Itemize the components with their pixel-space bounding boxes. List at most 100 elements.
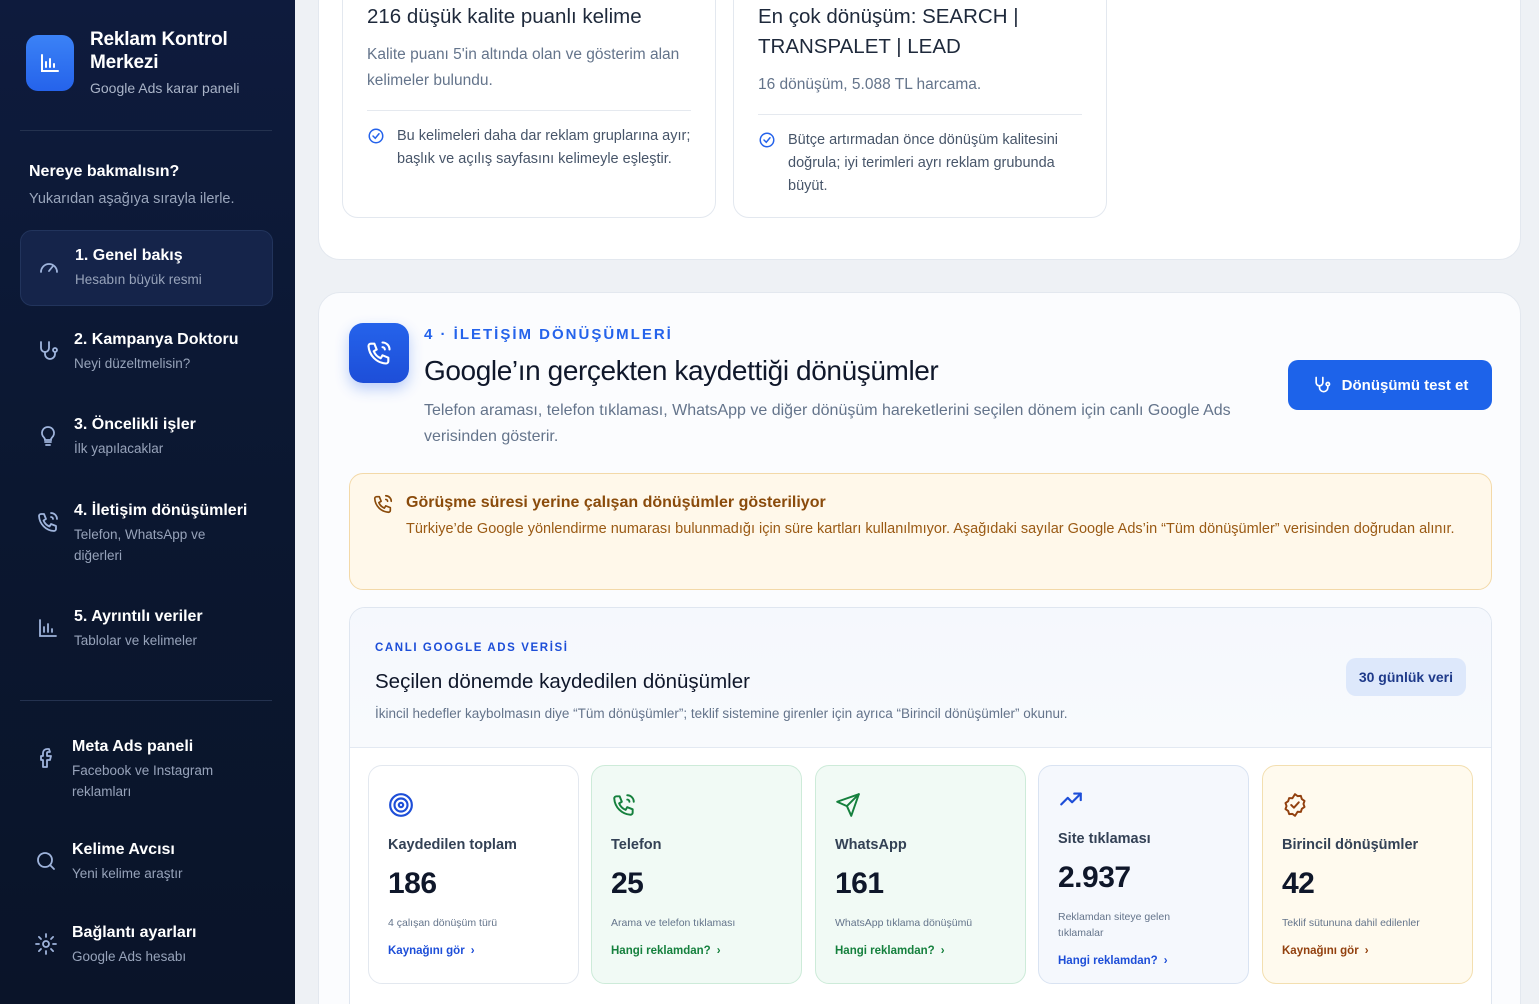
live-data-header: CANLI GOOGLE ADS VERİSİ Seçilen dönemde … [350, 608, 1491, 748]
brand[interactable]: Reklam Kontrol Merkezi Google Ads karar … [26, 28, 250, 96]
sidebar-item-priorities[interactable]: 3. Öncelikli işler İlk yapılacaklar [20, 400, 273, 473]
insight-card-top-conversion: En çok dönüşüm: SEARCH | TRANSPALET | LE… [733, 0, 1107, 218]
gauge-icon [40, 263, 58, 273]
stat-link-label: Hangi reklamdan? [1058, 955, 1158, 967]
brand-title: Reklam Kontrol Merkezi [90, 29, 228, 73]
sidebar-item-title: Bağlantı ayarları [72, 924, 197, 941]
sidebar-divider [20, 700, 272, 701]
sidebar-item-subtitle: İlk yapılacaklar [74, 441, 164, 456]
stat-link[interactable]: Kaynağını gör › [1282, 945, 1453, 957]
stat-link-label: Hangi reklamdan? [835, 945, 935, 957]
insight-note: Bütçe artırmadan önce dönüşüm kalitesini… [758, 129, 1082, 198]
chevron-right-icon: › [716, 945, 721, 957]
sidebar-item-title: Meta Ads paneli [72, 738, 194, 755]
stat-value: 186 [388, 867, 437, 900]
section-eyebrow: 4 · İLETİŞİM DÖNÜŞÜMLERİ [424, 326, 673, 343]
stat-value: 25 [611, 867, 644, 900]
stat-label: WhatsApp [835, 837, 907, 853]
brand-subtitle: Google Ads karar paneli [90, 80, 240, 96]
stat-caption: Arama ve telefon tıklaması [611, 917, 736, 929]
live-title: Seçilen dönemde kaydedilen dönüşümler [375, 670, 750, 693]
section-description: Telefon araması, telefon tıklaması, What… [424, 402, 1231, 445]
stat-link-label: Kaynağını gör [1282, 945, 1359, 957]
live-description: İkincil hedefler kaybolmasın diye “Tüm d… [375, 706, 1068, 721]
sidebar-item-subtitle: Facebook ve Instagram reklamları [72, 763, 214, 799]
check-circle-icon [759, 132, 775, 148]
sidebar-item-contact-conversions[interactable]: 4. İletişim dönüşümleri Telefon, WhatsApp… [20, 486, 273, 580]
sidebar-item-subtitle: Tablolar ve kelimeler [74, 633, 198, 648]
sidebar-item-title: 2. Kampanya Doktoru [74, 331, 239, 348]
facebook-icon [40, 748, 52, 768]
stat-link[interactable]: Hangi reklamdan? › [1058, 955, 1229, 967]
bar-chart-icon [39, 619, 57, 637]
insight-note-text: Bu kelimeleri daha dar reklam gruplarına… [397, 128, 691, 167]
target-icon [389, 793, 413, 817]
sidebar-item-overview[interactable]: 1. Genel bakış Hesabın büyük resmi [20, 230, 273, 306]
lightbulb-icon [41, 426, 55, 446]
alert-text: Türkiye’de Google yönlendirme numarası b… [406, 521, 1455, 537]
stat-label: Kaydedilen toplam [388, 837, 517, 853]
live-eyebrow: CANLI GOOGLE ADS VERİSİ [375, 642, 569, 654]
stat-caption: 4 çalışan dönüşüm türü [388, 917, 498, 929]
stat-link[interactable]: Kaynağını gör › [388, 945, 559, 957]
stat-value: 42 [1282, 867, 1315, 900]
chevron-right-icon: › [1364, 945, 1369, 957]
sidebar-item-subtitle: Google Ads hesabı [72, 949, 187, 964]
chevron-right-icon: › [940, 945, 945, 957]
stat-label: Telefon [611, 837, 662, 853]
phone-icon [349, 323, 409, 383]
sidebar-item-connection-settings[interactable]: Bağlantı ayarları Google Ads hesabı [18, 908, 271, 981]
sidebar-item-subtitle: Neyi düzeltmelisin? [74, 356, 191, 371]
insight-note: Bu kelimeleri daha dar reklam gruplarına… [367, 125, 691, 171]
alert-title: Görüşme süresi yerine çalışan dönüşümler… [406, 494, 826, 511]
section-title: Google’ın gerçekten kaydettiği dönüşümle… [424, 355, 939, 386]
sidebar-item-campaign-doctor[interactable]: 2. Kampanya Doktoru Neyi düzeltmelisin? [20, 315, 273, 388]
badge-check-icon [1284, 793, 1306, 817]
sidebar-item-meta-ads[interactable]: Meta Ads paneli Facebook ve Instagram rek… [18, 722, 271, 816]
phone-icon [38, 512, 58, 532]
send-icon [836, 793, 860, 817]
info-alert: Görüşme süresi yerine çalışan dönüşümler… [349, 473, 1492, 590]
sidebar-item-title: 5. Ayrıntılı veriler [74, 608, 203, 625]
phone-icon [373, 494, 393, 514]
chevron-right-icon: › [470, 945, 475, 957]
stethoscope-icon [40, 341, 58, 360]
sidebar-item-keyword-hunter[interactable]: Kelime Avcısı Yeni kelime araştır [18, 825, 271, 898]
sidebar-item-detailed-data[interactable]: 5. Ayrıntılı veriler Tablolar ve kelimele… [20, 592, 273, 665]
insight-note-text: Bütçe artırmadan önce dönüşüm kalitesini… [788, 132, 1059, 194]
chart-logo-icon [26, 35, 74, 91]
search-icon [37, 852, 55, 870]
sidebar-item-title: 3. Öncelikli işler [74, 416, 196, 433]
gear-icon [35, 933, 57, 955]
sidebar-item-title: Kelime Avcısı [72, 841, 175, 858]
stat-caption: Reklamdan siteye gelen tıklamalar [1058, 911, 1171, 939]
insight-title: En çok dönüşüm: SEARCH | TRANSPALET | LE… [758, 5, 1019, 58]
stat-caption: Teklif sütununa dahil edilenler [1282, 917, 1420, 929]
stat-card-whatsapp: WhatsApp 161 WhatsApp tıklama dönüşümü H… [815, 765, 1026, 984]
sidebar-divider [20, 130, 272, 131]
sidebar: Reklam Kontrol Merkezi Google Ads karar … [0, 0, 295, 1004]
contact-conversions-section: 4 · İLETİŞİM DÖNÜŞÜMLERİ Google’ın gerçe… [318, 292, 1521, 1004]
insight-desc: Kalite puanı 5'in altında olan ve göster… [367, 46, 680, 89]
stat-link[interactable]: Hangi reklamdan? › [835, 945, 1006, 957]
sidebar-item-subtitle: Yeni kelime araştır [72, 866, 183, 881]
nav-heading: Nereye bakmalısın? Yukarıdan aşağıya sır… [29, 163, 235, 207]
test-conversion-label: Dönüşümü test et [1341, 376, 1469, 394]
insight-desc: 16 dönüşüm, 5.088 TL harcama. [758, 76, 982, 93]
stat-label: Site tıklaması [1058, 831, 1151, 847]
stat-link-label: Kaynağını gör [388, 945, 465, 957]
insight-divider [758, 114, 1082, 115]
stat-value: 161 [835, 867, 884, 900]
insight-divider [367, 110, 691, 111]
stat-card-total: Kaydedilen toplam 186 4 çalışan dönüşüm … [368, 765, 579, 984]
stethoscope-icon [1314, 376, 1330, 393]
nav-heading-title: Nereye bakmalısın? [29, 163, 180, 180]
sidebar-item-subtitle: Telefon, WhatsApp ve diğerleri [74, 527, 206, 563]
stat-link[interactable]: Hangi reklamdan? › [611, 945, 782, 957]
phone-icon [613, 794, 635, 816]
test-conversion-button[interactable]: Dönüşümü test et [1288, 360, 1492, 410]
period-badge[interactable]: 30 günlük veri [1345, 658, 1466, 696]
stat-link-label: Hangi reklamdan? [611, 945, 711, 957]
sidebar-item-title: 1. Genel bakış [75, 247, 183, 264]
nav-heading-subtitle: Yukarıdan aşağıya sırayla ilerle. [29, 191, 235, 207]
